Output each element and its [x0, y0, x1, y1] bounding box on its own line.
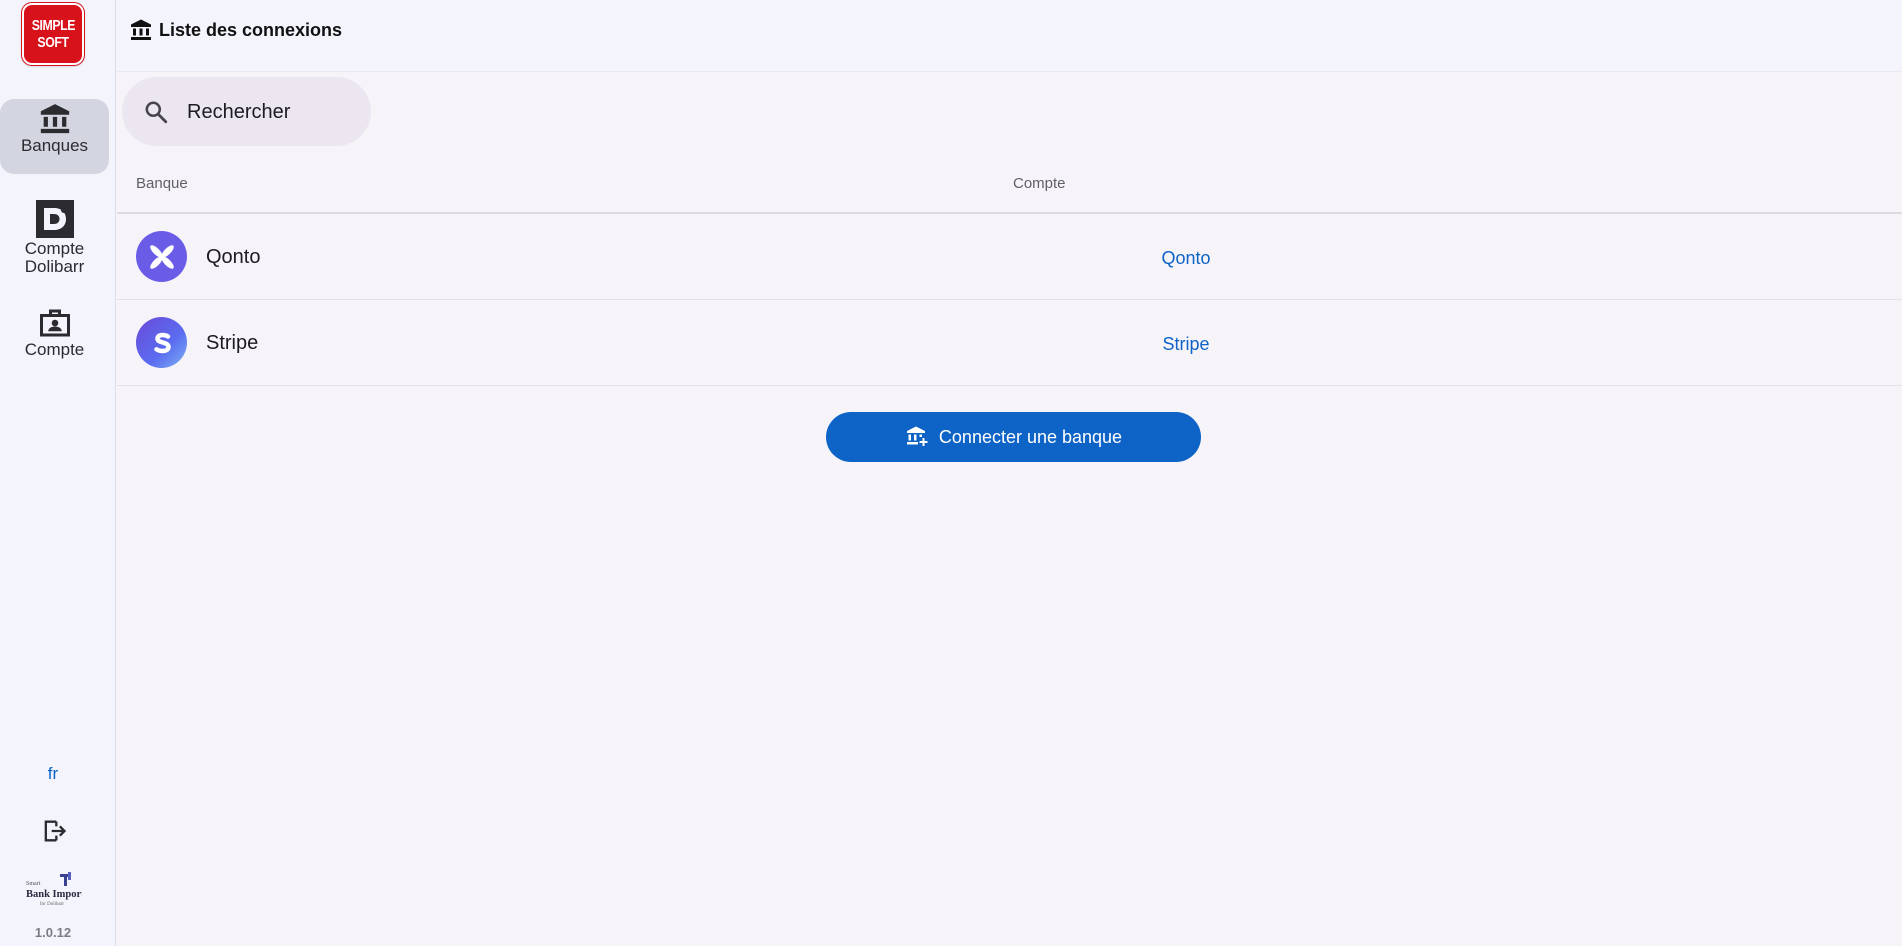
- sidebar: SIMPLE SOFT Banques Compte Dolibarr Comp…: [0, 0, 116, 946]
- page-title: Liste des connexions: [159, 20, 343, 40]
- search-input[interactable]: [187, 97, 357, 127]
- account-link[interactable]: Qonto: [1117, 248, 1255, 269]
- logo-line-2: SOFT: [37, 34, 69, 51]
- search-icon: [145, 101, 168, 124]
- table-header: Banque Compte: [117, 160, 1902, 214]
- app-logo-line-3: for Dolibarr: [40, 902, 64, 907]
- smart-bank-import-logo: Smart Bank Import for Dolibarr: [24, 872, 85, 910]
- column-header-bank: Banque: [136, 175, 188, 192]
- app-version: 1.0.12: [34, 925, 72, 940]
- bank-name: Qonto: [206, 246, 261, 268]
- search-bar[interactable]: [122, 77, 371, 146]
- language-switch[interactable]: fr: [0, 764, 106, 784]
- bank-icon: [131, 19, 151, 40]
- app-logo-line-1: Smart: [26, 881, 41, 887]
- account-link[interactable]: Stripe: [1117, 334, 1255, 355]
- qonto-petal-icon: [149, 244, 174, 269]
- stripe-logo-icon: [136, 317, 187, 368]
- sidebar-item-banques[interactable]: Banques: [0, 99, 109, 174]
- bank-add-icon: [906, 426, 928, 446]
- sidebar-item-label: Banques: [20, 136, 89, 155]
- page-header: Liste des connexions: [117, 0, 1902, 72]
- bank-name: Stripe: [206, 332, 259, 354]
- dolibarr-icon: [35, 200, 74, 238]
- app-logo-mark-icon: Smart Bank Import for Dolibarr: [26, 872, 85, 907]
- table-row[interactable]: Qonto Qonto: [117, 214, 1902, 300]
- bank-icon: [40, 104, 69, 134]
- logo-line-1: SIMPLE: [31, 17, 75, 34]
- sidebar-item-label: Compte Dolibarr: [24, 239, 85, 276]
- logout-icon[interactable]: [40, 817, 68, 845]
- sidebar-item-compte[interactable]: Compte: [0, 305, 109, 365]
- qonto-logo-icon: [136, 231, 187, 282]
- sidebar-item-label: Compte: [24, 340, 85, 359]
- connections-table: Banque Compte Qonto Qonto Stripe Stripe: [117, 160, 1902, 386]
- simplesoft-logo[interactable]: SIMPLE SOFT: [21, 2, 85, 66]
- sidebar-item-compte-dolibarr[interactable]: Compte Dolibarr: [0, 199, 109, 279]
- table-row[interactable]: Stripe Stripe: [117, 300, 1902, 386]
- column-header-account: Compte: [1013, 175, 1066, 192]
- stripe-s-icon: [153, 332, 171, 353]
- connect-bank-button[interactable]: Connecter une banque: [826, 412, 1201, 462]
- app-logo-line-2: Bank Import: [26, 889, 82, 900]
- badge-icon: [39, 309, 70, 337]
- connect-bank-label: Connecter une banque: [938, 426, 1123, 447]
